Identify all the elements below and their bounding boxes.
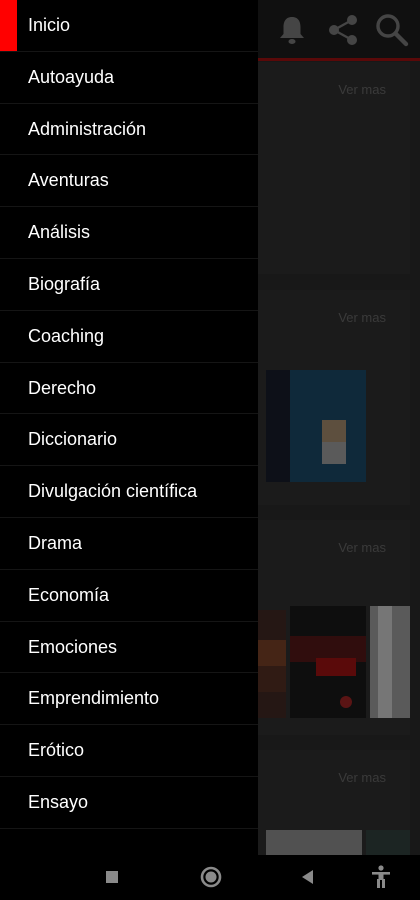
drawer-item-administracion[interactable]: Administración (0, 104, 258, 156)
system-navigation-bar (0, 855, 420, 900)
accessibility-icon[interactable] (368, 864, 394, 890)
drawer-item-drama[interactable]: Drama (0, 518, 258, 570)
drawer-item-ensayo[interactable]: Ensayo (0, 777, 258, 829)
screen: Ver mas Ver mas Ver mas Ver mas Inicio A… (0, 0, 420, 900)
drawer-item-erotico[interactable]: Erótico (0, 725, 258, 777)
drawer-item-biografia[interactable]: Biografía (0, 259, 258, 311)
navigation-drawer: Inicio Autoayuda Administración Aventura… (0, 0, 258, 855)
recents-square-icon[interactable] (99, 864, 125, 890)
drawer-item-derecho[interactable]: Derecho (0, 363, 258, 415)
drawer-item-aventuras[interactable]: Aventuras (0, 155, 258, 208)
drawer-item-analisis[interactable]: Análisis (0, 207, 258, 259)
drawer-item-emociones[interactable]: Emociones (0, 622, 258, 674)
back-triangle-icon[interactable] (295, 864, 321, 890)
drawer-item-coaching[interactable]: Coaching (0, 311, 258, 363)
drawer-item-diccionario[interactable]: Diccionario (0, 414, 258, 467)
drawer-item-inicio[interactable]: Inicio (0, 0, 258, 52)
drawer-item-economia[interactable]: Economía (0, 570, 258, 622)
drawer-item-divulgacion-cientifica[interactable]: Divulgación científica (0, 466, 258, 518)
home-circle-icon[interactable] (198, 864, 224, 890)
drawer-item-emprendimiento[interactable]: Emprendimiento (0, 673, 258, 726)
drawer-item-autoayuda[interactable]: Autoayuda (0, 52, 258, 104)
